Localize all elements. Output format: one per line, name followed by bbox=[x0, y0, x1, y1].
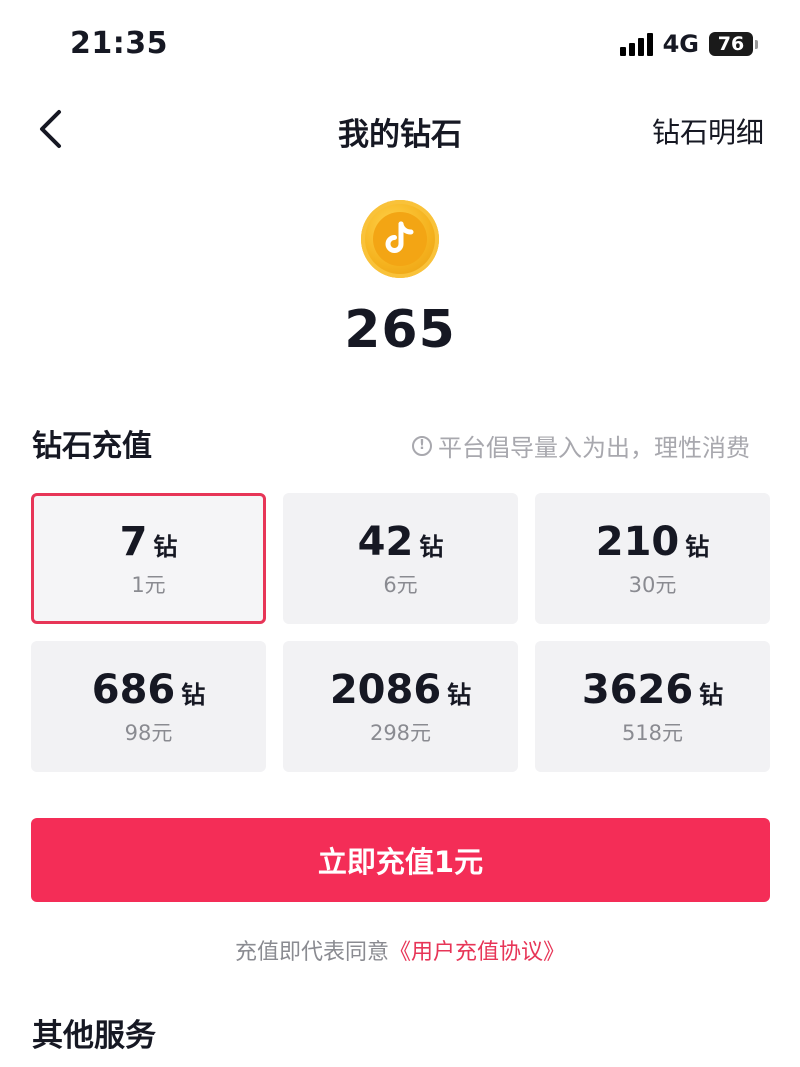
package-amount: 2086 bbox=[329, 666, 442, 713]
package-option[interactable]: 2086 钻 298元 bbox=[283, 641, 518, 772]
package-unit: 钻 bbox=[685, 532, 710, 561]
package-price: 1元 bbox=[131, 572, 166, 597]
package-option[interactable]: 7钻 1元 bbox=[31, 493, 266, 624]
status-time: 21:35 bbox=[70, 26, 168, 61]
agreement-notice: 充值即代表同意《用户充值协议》 bbox=[0, 934, 800, 966]
package-unit: 钻 bbox=[181, 680, 206, 709]
package-option[interactable]: 210 钻 30元 bbox=[535, 493, 770, 624]
package-unit: 钻 bbox=[419, 532, 444, 561]
package-amount: 210 bbox=[595, 518, 680, 565]
other-services-title: 其他服务 bbox=[32, 1018, 156, 1054]
package-option[interactable]: 3626 钻 518元 bbox=[535, 641, 770, 772]
rational-spending-notice: ! 平台倡导量入为出，理性消费 bbox=[412, 428, 750, 463]
diamond-details-link[interactable]: 钻石明细 bbox=[652, 111, 764, 151]
status-indicators: 4G 76 bbox=[619, 30, 758, 58]
package-amount: 3626 bbox=[581, 666, 694, 713]
network-type: 4G bbox=[662, 30, 699, 58]
battery-level: 76 bbox=[709, 32, 753, 56]
nav-bar: 我的钻石 钻石明细 bbox=[0, 95, 800, 161]
package-price: 6元 bbox=[383, 572, 418, 597]
package-price: 30元 bbox=[628, 572, 677, 597]
status-bar: 21:35 4G 76 bbox=[0, 0, 800, 90]
signal-icon bbox=[619, 32, 653, 56]
music-note-icon bbox=[385, 221, 414, 253]
battery-icon: 76 bbox=[709, 32, 758, 56]
notice-text: 平台倡导量入为出，理性消费 bbox=[438, 434, 750, 462]
user-recharge-agreement-link[interactable]: 《用户充值协议》 bbox=[389, 940, 565, 965]
info-icon: ! bbox=[412, 435, 432, 456]
package-price: 518元 bbox=[621, 720, 684, 745]
package-amount: 7 bbox=[119, 518, 148, 565]
package-unit: 钻 bbox=[699, 680, 724, 709]
package-amount: 42 bbox=[357, 518, 414, 565]
diamond-balance: 265 bbox=[344, 300, 456, 360]
package-unit: 钻 bbox=[153, 532, 178, 561]
recharge-section-title: 钻石充值 bbox=[32, 429, 152, 464]
package-grid: 7钻 1元 42 钻 6元 210 钻 30元 686 钻 98元 2086 钻 298… bbox=[31, 493, 770, 772]
package-option[interactable]: 686 钻 98元 bbox=[31, 641, 266, 772]
package-price: 98元 bbox=[124, 720, 173, 745]
package-unit: 钻 bbox=[447, 680, 472, 709]
douyin-coin-icon bbox=[361, 200, 439, 278]
agreement-prefix: 充值即代表同意 bbox=[234, 940, 389, 965]
recharge-now-button[interactable]: 立即充值1元 bbox=[31, 818, 770, 902]
package-amount: 686 bbox=[91, 666, 176, 713]
package-price: 298元 bbox=[369, 720, 432, 745]
package-option[interactable]: 42 钻 6元 bbox=[283, 493, 518, 624]
